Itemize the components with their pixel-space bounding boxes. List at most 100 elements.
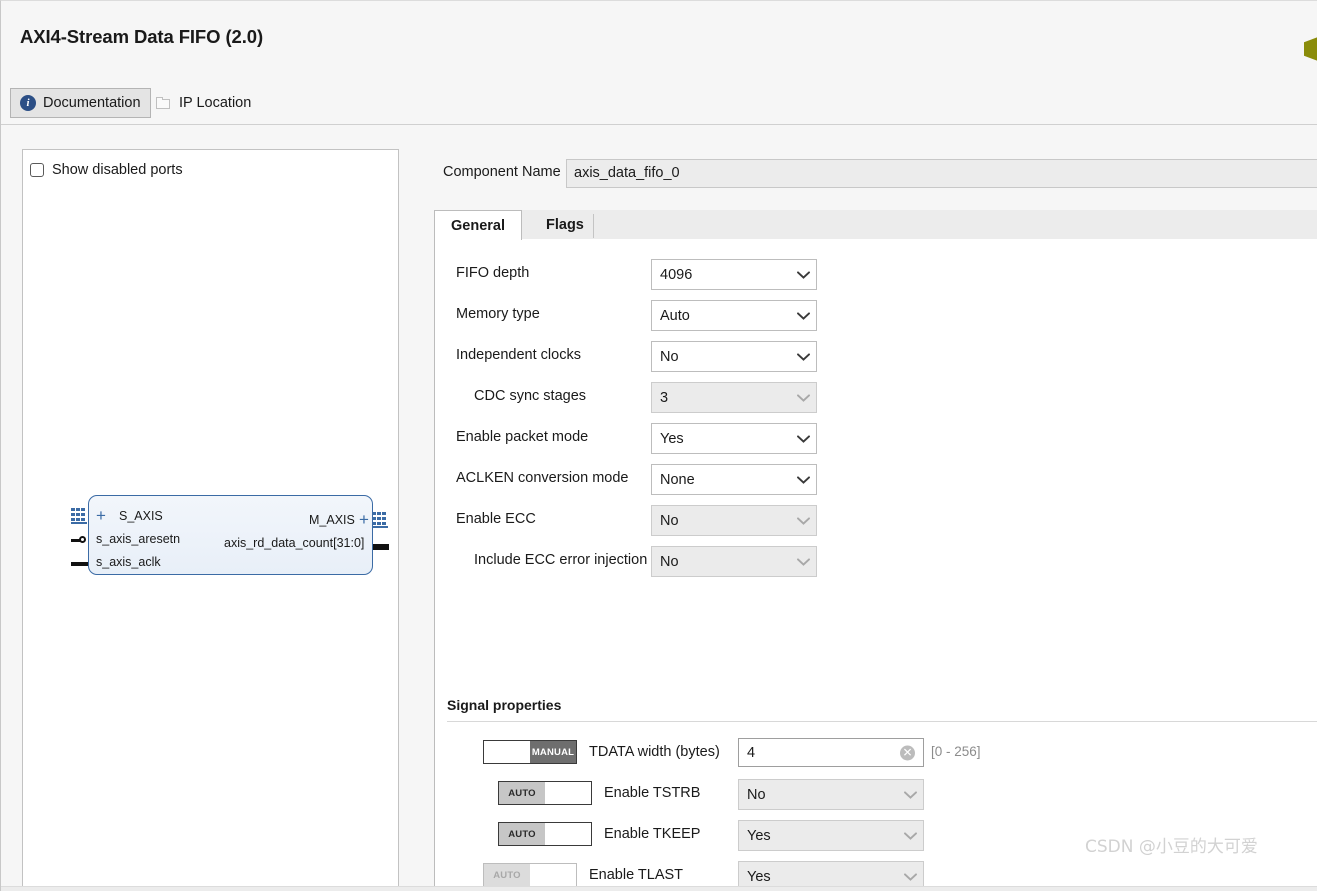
- s-axis-bus-connector-icon: [71, 508, 87, 525]
- ip-location-button[interactable]: IP Location: [146, 88, 261, 118]
- component-name-row: Component Name axis_data_fifo_0: [430, 159, 1317, 189]
- input-value: 4: [747, 744, 756, 761]
- combo-value: No: [747, 786, 766, 803]
- component-name-input[interactable]: axis_data_fifo_0: [566, 159, 1317, 188]
- dialog-bottom-strip: [1, 886, 1317, 891]
- combo-fifo-depth[interactable]: 4096: [651, 259, 817, 290]
- tab-flags[interactable]: Flags: [530, 210, 600, 240]
- combo-value: No: [660, 348, 679, 365]
- field-row-memory-type: Memory type Auto: [435, 297, 1317, 331]
- chevron-down-icon: [790, 260, 816, 289]
- combo-cdc-sync-stages: 3: [651, 382, 817, 413]
- configuration-panel: Component Name axis_data_fifo_0 General …: [430, 149, 1317, 891]
- clear-icon[interactable]: ✕: [900, 745, 915, 760]
- chevron-down-icon: [790, 342, 816, 371]
- signal-properties-heading: Signal properties: [447, 697, 562, 713]
- chevron-down-icon: [897, 821, 923, 850]
- toggle-knob-label: MANUAL: [530, 741, 576, 763]
- label-memory-type: Memory type: [456, 306, 540, 322]
- field-row-aclken-conversion-mode: ACLKEN conversion mode None: [435, 461, 1317, 495]
- combo-value: No: [660, 553, 679, 570]
- ip-configuration-dialog: AXI4-Stream Data FIFO (2.0) i Documentat…: [0, 0, 1317, 891]
- toggle-enable-tkeep[interactable]: AUTO: [498, 822, 592, 846]
- tab-divider: [593, 214, 594, 238]
- ip-symbol-panel: Show disabled ports + S_AXIS s_axis_ares…: [22, 149, 399, 889]
- chevron-down-icon: [897, 780, 923, 809]
- s-axis-aresetn-inverter-icon: [79, 536, 86, 543]
- port-label-s-axis-aresetn: s_axis_aresetn: [96, 532, 181, 546]
- signal-row-enable-tstrb: AUTO Enable TSTRB No: [435, 775, 1317, 813]
- port-label-s-axis: S_AXIS: [119, 509, 163, 523]
- field-row-cdc-sync-stages: CDC sync stages 3: [435, 379, 1317, 413]
- m-axis-expand-icon[interactable]: +: [359, 511, 369, 528]
- signal-properties-divider: [447, 721, 1317, 722]
- label-include-ecc-error-injection: Include ECC error injection: [474, 552, 648, 568]
- label-enable-packet-mode: Enable packet mode: [456, 429, 589, 445]
- combo-value: 4096: [660, 266, 693, 283]
- combo-value: Yes: [747, 868, 771, 885]
- label-enable-tkeep: Enable TKEEP: [604, 826, 701, 842]
- s-axis-aclk-pin: [71, 562, 88, 566]
- axis-rd-data-count-pin: [373, 544, 389, 550]
- m-axis-bus-connector-icon: [372, 512, 388, 529]
- combo-include-ecc-error-injection: No: [651, 546, 817, 577]
- checkbox-box[interactable]: [30, 163, 44, 177]
- info-icon: i: [20, 95, 36, 111]
- combo-enable-packet-mode[interactable]: Yes: [651, 423, 817, 454]
- chevron-down-icon: [790, 383, 816, 412]
- toggle-tdata-width[interactable]: MANUAL: [483, 740, 577, 764]
- folder-icon: [156, 96, 172, 110]
- tab-page-general: FIFO depth 4096 Memory type Auto Indepen…: [434, 240, 1317, 891]
- tab-bar: General Flags: [434, 210, 1317, 240]
- combo-enable-tstrb: No: [738, 779, 924, 810]
- tab-general[interactable]: General: [434, 210, 522, 240]
- chevron-down-icon: [790, 547, 816, 576]
- label-enable-ecc: Enable ECC: [456, 511, 536, 527]
- signal-row-tdata-width: MANUAL TDATA width (bytes) 4 ✕ [0 - 256]: [435, 734, 1317, 772]
- show-disabled-ports-checkbox[interactable]: Show disabled ports: [30, 162, 183, 178]
- field-row-enable-ecc: Enable ECC No: [435, 502, 1317, 536]
- combo-enable-tkeep: Yes: [738, 820, 924, 851]
- input-tdata-width[interactable]: 4 ✕: [738, 738, 924, 767]
- toggle-knob-label: AUTO: [484, 864, 530, 886]
- combo-value: Auto: [660, 307, 690, 324]
- label-enable-tstrb: Enable TSTRB: [604, 785, 701, 801]
- page-title: AXI4-Stream Data FIFO (2.0): [20, 26, 264, 47]
- label-tdata-width: TDATA width (bytes): [589, 744, 720, 760]
- combo-enable-ecc: No: [651, 505, 817, 536]
- watermark: CSDN @小豆的大可爱: [1085, 837, 1258, 857]
- chevron-down-icon: [790, 506, 816, 535]
- label-aclken-conversion-mode: ACLKEN conversion mode: [456, 470, 629, 486]
- port-label-axis-rd-data-count: axis_rd_data_count[31:0]: [224, 536, 365, 550]
- documentation-button[interactable]: i Documentation: [10, 88, 151, 118]
- combo-aclken-conversion-mode[interactable]: None: [651, 464, 817, 495]
- component-name-label: Component Name: [443, 164, 561, 180]
- chevron-down-icon: [790, 301, 816, 330]
- toggle-enable-tstrb[interactable]: AUTO: [498, 781, 592, 805]
- combo-value: 3: [660, 389, 669, 406]
- chevron-down-icon: [790, 465, 816, 494]
- chevron-down-icon: [790, 424, 816, 453]
- port-label-s-axis-aclk: s_axis_aclk: [96, 555, 161, 569]
- field-row-independent-clocks: Independent clocks No: [435, 338, 1317, 372]
- ip-block-symbol: + S_AXIS s_axis_aresetn s_axis_aclk M_AX…: [69, 495, 389, 575]
- field-row-enable-packet-mode: Enable packet mode Yes: [435, 420, 1317, 454]
- show-disabled-ports-label: Show disabled ports: [52, 162, 183, 178]
- label-fifo-depth: FIFO depth: [456, 265, 530, 281]
- s-axis-expand-icon[interactable]: +: [96, 507, 106, 524]
- combo-value: No: [660, 512, 679, 529]
- range-tdata-width: [0 - 256]: [931, 744, 981, 759]
- ip-location-button-label: IP Location: [179, 95, 252, 111]
- combo-independent-clocks[interactable]: No: [651, 341, 817, 372]
- combo-value: Yes: [660, 430, 684, 447]
- toggle-knob-label: AUTO: [499, 823, 545, 845]
- toggle-enable-tlast: AUTO: [483, 863, 577, 887]
- field-row-fifo-depth: FIFO depth 4096: [435, 256, 1317, 290]
- combo-memory-type[interactable]: Auto: [651, 300, 817, 331]
- combo-value: Yes: [747, 827, 771, 844]
- combo-value: None: [660, 471, 695, 488]
- corner-marker-icon: [1304, 37, 1317, 61]
- documentation-button-label: Documentation: [43, 95, 141, 111]
- toggle-knob-label: AUTO: [499, 782, 545, 804]
- port-label-m-axis: M_AXIS: [309, 513, 355, 527]
